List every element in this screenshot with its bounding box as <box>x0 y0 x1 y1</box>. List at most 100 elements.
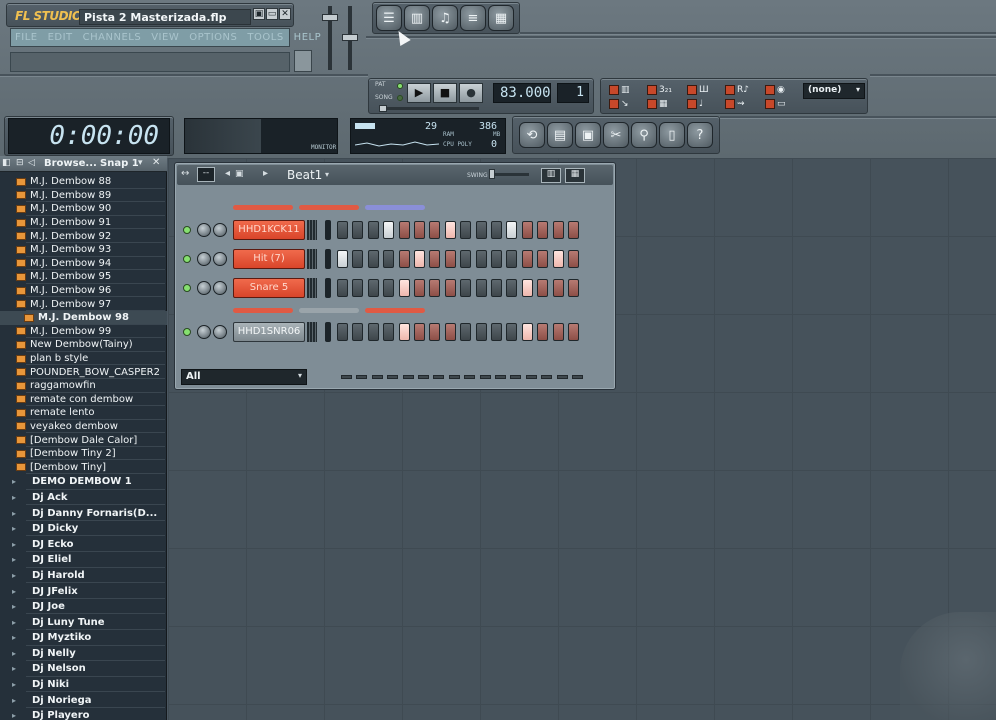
menu-arrow-icon[interactable]: ◂ <box>225 168 230 179</box>
step-button[interactable] <box>506 221 518 239</box>
browser-item[interactable]: M.J. Dembow 88 <box>0 175 167 189</box>
browser-collapse-icon[interactable]: ⊟ <box>16 158 24 168</box>
keyboard-editor-icon[interactable]: ▦ <box>565 168 585 183</box>
step-button[interactable] <box>491 221 502 239</box>
midi-input-select[interactable]: (none) ▾ <box>803 83 865 99</box>
step-button[interactable] <box>552 279 564 297</box>
restore-button[interactable]: ▭ <box>266 8 278 20</box>
expand-arrow-icon[interactable]: ▸ <box>12 524 20 533</box>
channel-button[interactable]: HHD1SNR06 <box>233 322 305 342</box>
snap-select[interactable]: Snap 1 <box>100 158 139 169</box>
channel-pan-knob[interactable] <box>213 281 227 295</box>
save-new-button[interactable]: ▤ <box>547 122 573 148</box>
graph-editor-icon[interactable]: ▥ <box>541 168 561 183</box>
notes-button[interactable]: ▯ <box>659 122 685 148</box>
expand-arrow-icon[interactable]: ▸ <box>12 555 20 564</box>
expand-arrow-icon[interactable]: ▸ <box>12 618 20 627</box>
step-button[interactable] <box>352 323 364 341</box>
step-button[interactable] <box>460 250 472 268</box>
browser-item[interactable]: ▸ Dj Danny Fornaris(D... <box>0 505 167 521</box>
browser-item[interactable]: [Dembow Tiny 2] <box>0 447 167 461</box>
browser-item[interactable]: New Dembow(Tainy) <box>0 338 167 352</box>
step-button[interactable] <box>460 323 472 341</box>
record-icon[interactable]: ▣ <box>235 169 244 179</box>
browser-item[interactable]: ▸ Dj Ack <box>0 490 167 506</box>
step-button[interactable] <box>337 221 348 239</box>
playlist-button[interactable]: ☰ <box>376 5 402 31</box>
step-button[interactable] <box>414 250 425 268</box>
step-edit-toggle[interactable] <box>647 85 657 95</box>
step-button[interactable] <box>537 323 549 341</box>
browser-item[interactable]: ▸ Dj Niki <box>0 677 167 693</box>
master-volume-slider[interactable] <box>322 14 338 21</box>
step-button[interactable] <box>398 323 410 341</box>
browser-item[interactable]: remate con dembow <box>0 393 167 407</box>
channel-select-indicator[interactable] <box>325 278 331 298</box>
step-button[interactable] <box>429 323 441 341</box>
pattern-number[interactable]: 1 <box>557 83 589 103</box>
browser-item[interactable]: M.J. Dembow 89 <box>0 189 167 203</box>
expand-arrow-icon[interactable]: ▸ <box>12 602 20 611</box>
browser-item[interactable]: ▸ Dj Nelson <box>0 661 167 677</box>
step-record-toggle[interactable] <box>765 99 775 109</box>
song-time-display[interactable]: 0:00:00 <box>8 118 170 154</box>
step-button[interactable] <box>444 221 456 239</box>
browser-item[interactable]: M.J. Dembow 90 <box>0 202 167 216</box>
channel-button[interactable]: Snare 5 <box>233 278 305 298</box>
step-button[interactable] <box>429 279 441 297</box>
countdown-toggle[interactable] <box>687 99 697 109</box>
menu-file[interactable]: FILE <box>15 32 38 43</box>
move-icon[interactable]: ↔ <box>181 168 189 179</box>
browser-item[interactable]: M.J. Dembow 96 <box>0 284 167 298</box>
undo-button[interactable]: ⟲ <box>519 122 545 148</box>
channel-pan-knob[interactable] <box>213 325 227 339</box>
step-button[interactable] <box>383 323 395 341</box>
browser-item[interactable]: veyakeo dembow <box>0 420 167 434</box>
help-button[interactable]: ? <box>687 122 713 148</box>
expand-arrow-icon[interactable]: ▸ <box>12 664 20 673</box>
browser-item[interactable]: M.J. Dembow 94 <box>0 257 167 271</box>
step-button[interactable] <box>367 250 379 268</box>
browser-item[interactable]: ▸ DJ Dicky <box>0 521 167 537</box>
master-pitch-slider[interactable] <box>342 34 358 41</box>
multilink-toggle[interactable] <box>765 85 775 95</box>
step-button[interactable] <box>491 323 502 341</box>
step-button[interactable] <box>337 323 348 341</box>
tempo-display[interactable]: 83.000 <box>493 83 551 103</box>
step-button[interactable] <box>444 323 456 341</box>
channel-select-indicator[interactable] <box>325 220 331 240</box>
step-button[interactable] <box>383 250 395 268</box>
channel-mute-led[interactable] <box>183 226 191 234</box>
expand-arrow-icon[interactable]: ▸ <box>12 587 20 596</box>
step-button[interactable] <box>398 250 410 268</box>
step-button[interactable] <box>506 323 518 341</box>
browser-item[interactable]: ▸ DEMO DEMBOW 1 <box>0 474 167 490</box>
pat-mode-led[interactable] <box>397 83 403 89</box>
browser-item[interactable]: raggamowfin <box>0 379 167 393</box>
browser-item[interactable]: M.J. Dembow 98 <box>0 310 167 325</box>
browser-item[interactable]: M.J. Dembow 92 <box>0 229 167 243</box>
menu-channels[interactable]: CHANNELS <box>83 32 142 43</box>
browser-item[interactable]: M.J. Dembow 93 <box>0 243 167 257</box>
channel-volume-knob[interactable] <box>197 325 211 339</box>
step-button[interactable] <box>552 250 564 268</box>
browser-item[interactable]: ▸ Dj Playero <box>0 708 167 720</box>
channel-select-indicator[interactable] <box>325 322 331 342</box>
step-button[interactable] <box>475 323 487 341</box>
close-icon[interactable]: ✕ <box>152 157 160 168</box>
piano-roll-button[interactable]: ♫ <box>432 5 458 31</box>
browser-item[interactable]: [Dembow Tiny] <box>0 460 167 475</box>
step-sequencer-button[interactable]: ▦ <box>488 5 514 31</box>
swing-slider-track[interactable] <box>489 173 529 176</box>
expand-arrow-icon[interactable]: ▸ <box>12 680 20 689</box>
loop-record-toggle[interactable] <box>725 99 735 109</box>
step-button[interactable] <box>444 250 456 268</box>
song-mode-led[interactable] <box>397 95 403 101</box>
browser-item[interactable]: ▸ DJ Joe <box>0 599 167 615</box>
menu-help[interactable]: HELP <box>294 32 321 43</box>
step-button[interactable] <box>552 323 564 341</box>
browser-item[interactable]: ▸ Dj Noriega <box>0 692 167 708</box>
step-button[interactable] <box>367 323 379 341</box>
step-button[interactable] <box>444 279 456 297</box>
step-button[interactable] <box>521 279 533 297</box>
